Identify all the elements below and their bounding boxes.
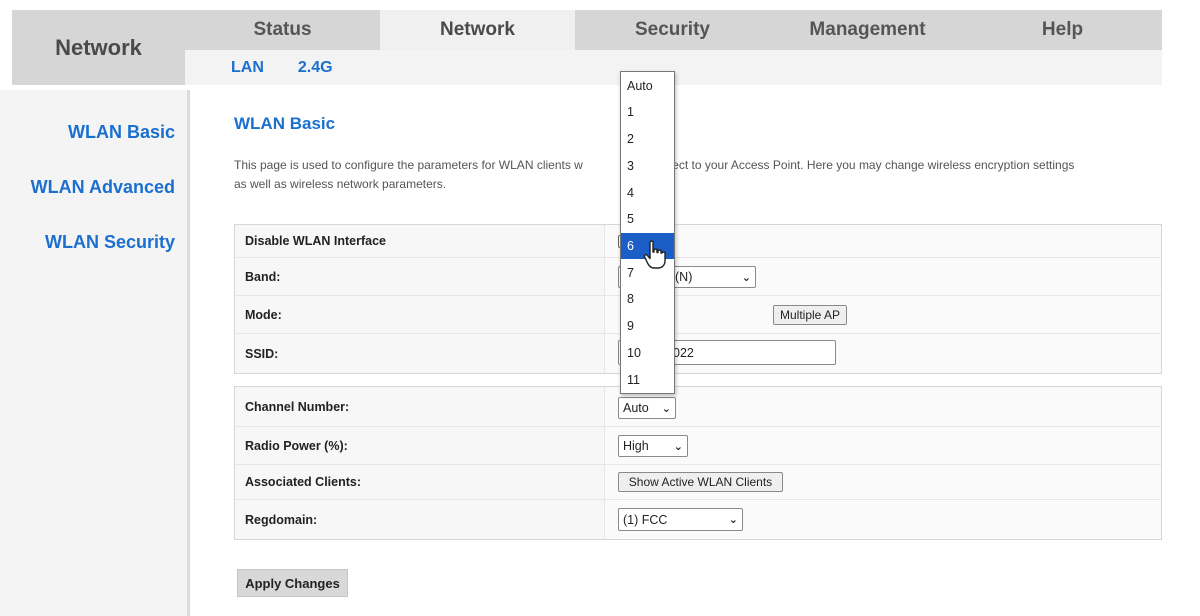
regdomain-value: (1) FCC bbox=[623, 512, 668, 527]
chevron-down-icon: ⌄ bbox=[673, 440, 683, 453]
mode-label: Mode: bbox=[235, 296, 605, 333]
sidebar-item-wlan-advanced[interactable]: WLAN Advanced bbox=[31, 177, 175, 198]
chevron-down-icon: ⌄ bbox=[728, 514, 738, 526]
channel-option[interactable]: 11 bbox=[621, 367, 674, 393]
row-disable-wlan: Disable WLAN Interface bbox=[235, 225, 1161, 258]
hand-pointer-icon bbox=[643, 240, 667, 275]
radio-power-label: Radio Power (%): bbox=[235, 427, 605, 464]
multiple-ap-button[interactable]: Multiple AP bbox=[773, 305, 847, 325]
channel-value: Auto bbox=[623, 401, 649, 415]
row-channel: Channel Number: Auto ⌄ bbox=[235, 387, 1161, 427]
channel-label: Channel Number: bbox=[235, 387, 605, 426]
chevron-down-icon: ⌄ bbox=[741, 271, 751, 284]
row-ssid: SSID: 022 bbox=[235, 334, 1161, 373]
subtab-2-4g[interactable]: 2.4G bbox=[298, 59, 333, 77]
band-value: (N) bbox=[675, 270, 693, 284]
band-label: Band: bbox=[235, 258, 605, 295]
channel-option[interactable]: 2 bbox=[621, 126, 674, 152]
tab-management[interactable]: Management bbox=[770, 10, 965, 50]
regdomain-select[interactable]: (1) FCC ⌄ bbox=[618, 508, 743, 531]
channel-option[interactable]: 5 bbox=[621, 206, 674, 232]
wlan-channel-panel: Channel Number: Auto ⌄ Radio Power (%): … bbox=[234, 386, 1162, 540]
disable-wlan-label: Disable WLAN Interface bbox=[235, 225, 605, 257]
page-title: WLAN Basic bbox=[234, 114, 336, 133]
channel-option[interactable]: 10 bbox=[621, 340, 674, 366]
subtab-lan[interactable]: LAN bbox=[231, 59, 264, 77]
channel-option[interactable]: 4 bbox=[621, 180, 674, 206]
channel-option[interactable]: 1 bbox=[621, 99, 674, 125]
channel-option[interactable]: Auto bbox=[621, 73, 674, 99]
channel-dropdown-list: Auto 1 2 3 4 5 6 7 8 9 10 11 bbox=[620, 71, 675, 394]
tab-security[interactable]: Security bbox=[575, 10, 770, 50]
description-line1-start: This page is used to configure the param… bbox=[234, 158, 583, 172]
row-associated-clients: Associated Clients: Show Active WLAN Cli… bbox=[235, 465, 1161, 500]
page-description: This page is used to configure the param… bbox=[234, 156, 1164, 194]
wlan-basic-panel: Disable WLAN Interface Band: (N) ⌄ Mode:… bbox=[234, 224, 1162, 374]
sidebar-item-wlan-basic[interactable]: WLAN Basic bbox=[68, 122, 175, 143]
channel-option[interactable]: 9 bbox=[621, 313, 674, 339]
tab-help[interactable]: Help bbox=[965, 10, 1160, 50]
row-regdomain: Regdomain: (1) FCC ⌄ bbox=[235, 500, 1161, 539]
radio-power-select[interactable]: High ⌄ bbox=[618, 435, 688, 457]
description-line2: as well as wireless network parameters. bbox=[234, 177, 447, 191]
channel-select[interactable]: Auto ⌄ bbox=[618, 397, 676, 419]
sidebar: WLAN Basic WLAN Advanced WLAN Security bbox=[0, 90, 190, 616]
main-tabs: Status Network Security Management Help bbox=[185, 10, 1162, 50]
chevron-down-icon: ⌄ bbox=[661, 402, 671, 415]
ssid-label: SSID: bbox=[235, 334, 605, 373]
channel-option[interactable]: 3 bbox=[621, 153, 674, 179]
associated-clients-label: Associated Clients: bbox=[235, 465, 605, 499]
channel-option[interactable]: 8 bbox=[621, 286, 674, 312]
brand-title: Network bbox=[12, 10, 185, 85]
tab-status[interactable]: Status bbox=[185, 10, 380, 50]
show-active-clients-button[interactable]: Show Active WLAN Clients bbox=[618, 472, 783, 492]
apply-changes-button[interactable]: Apply Changes bbox=[237, 569, 348, 597]
row-band: Band: (N) ⌄ bbox=[235, 258, 1161, 296]
row-mode: Mode: Multiple AP bbox=[235, 296, 1161, 334]
description-line1-end: y connect to your Access Point. Here you… bbox=[636, 158, 1075, 172]
sidebar-item-wlan-security[interactable]: WLAN Security bbox=[45, 232, 175, 253]
radio-power-value: High bbox=[623, 439, 649, 453]
regdomain-label: Regdomain: bbox=[235, 500, 605, 539]
ssid-value: 022 bbox=[673, 345, 694, 360]
row-radio-power: Radio Power (%): High ⌄ bbox=[235, 427, 1161, 465]
tab-network[interactable]: Network bbox=[380, 10, 575, 50]
